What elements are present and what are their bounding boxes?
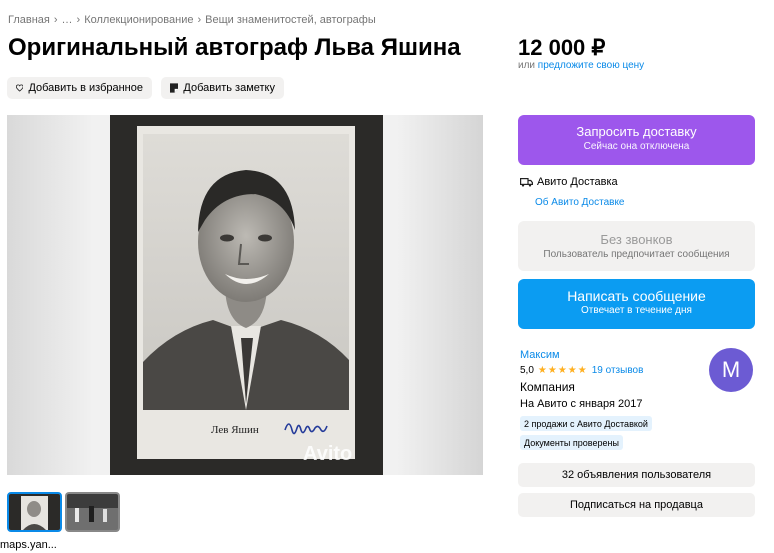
send-message-sublabel: Отвечает в течение дня [581, 305, 692, 316]
avito-delivery: Авито Доставка [520, 176, 618, 188]
request-delivery-button[interactable]: Запросить доставку Сейчас она отключена [518, 115, 755, 165]
breadcrumb-ellipsis[interactable]: … [62, 14, 73, 26]
truck-icon [520, 177, 533, 187]
thumbnail-1-image [9, 494, 60, 530]
no-calls-label: Без звонков [600, 232, 673, 247]
breadcrumb-separator: › [53, 14, 58, 26]
card-caption: Лев Яшин [211, 424, 259, 436]
delivery-sales-badge: 2 продажи с Авито Доставкой [520, 416, 652, 431]
breadcrumb: Главная ›… › Коллекционирование › Вещи знамен… [8, 14, 376, 26]
thumbnail-1[interactable] [7, 492, 62, 532]
seller-rating: 5,0 ★★★★★ 19 отзывов [520, 365, 643, 376]
breadcrumb-celebrity-items[interactable]: Вещи знаменитостей, автографы [205, 14, 376, 26]
thumbnail-2-image [67, 494, 118, 530]
subscribe-seller-button[interactable]: Подписаться на продавца [518, 493, 755, 517]
offer-prefix: или [518, 60, 536, 71]
breadcrumb-home[interactable]: Главная [8, 14, 50, 26]
avatar[interactable]: М [709, 348, 753, 392]
thumbnail-2[interactable] [65, 492, 120, 532]
documents-verified-badge: Документы проверены [520, 435, 623, 450]
thumbnail-caption: maps.yan... [0, 539, 57, 551]
send-message-label: Написать сообщение [567, 288, 706, 304]
add-to-favorites-button[interactable]: Добавить в избранное [7, 77, 152, 99]
send-message-button[interactable]: Написать сообщение Отвечает в течение дн… [518, 279, 755, 329]
request-delivery-sublabel: Сейчас она отключена [583, 141, 690, 152]
rating-value: 5,0 [520, 365, 534, 376]
breadcrumb-separator: › [76, 14, 81, 26]
note-icon [170, 83, 179, 93]
offer-price-link[interactable]: предложите свою цену [538, 60, 644, 71]
delivery-service-label: Авито Доставка [537, 176, 618, 188]
seller-type: Компания [520, 380, 575, 394]
seller-name[interactable]: Максим [520, 349, 560, 361]
no-calls-button: Без звонков Пользователь предпочитает со… [518, 221, 755, 271]
price: 12 000 ₽ [518, 35, 606, 60]
autograph-card: Лев Яшин [137, 126, 355, 459]
add-to-favorites-label: Добавить в избранное [28, 82, 143, 94]
request-delivery-label: Запросить доставку [576, 124, 697, 139]
signature-image [284, 423, 328, 435]
seller-since: На Авито с января 2017 [520, 398, 643, 410]
seller-ads-button[interactable]: 32 объявления пользователя [518, 463, 755, 487]
reviews-link[interactable]: 19 отзывов [592, 365, 644, 376]
add-note-button[interactable]: Добавить заметку [161, 77, 284, 99]
breadcrumb-collecting[interactable]: Коллекционирование [84, 14, 193, 26]
add-note-label: Добавить заметку [183, 82, 275, 94]
page-title: Оригинальный автограф Льва Яшина [8, 34, 461, 61]
avito-watermark: Avito [303, 443, 353, 465]
portrait-image [143, 134, 349, 410]
main-photo[interactable]: Лев Яшин Avito [7, 115, 483, 475]
about-delivery-link[interactable]: Об Авито Доставке [535, 197, 625, 208]
rating-stars-icon: ★★★★★ [537, 365, 588, 376]
no-calls-sublabel: Пользователь предпочитает сообщения [543, 249, 730, 260]
thumbnail-strip [7, 492, 120, 532]
breadcrumb-separator: › [197, 14, 202, 26]
heart-icon [16, 84, 24, 92]
price-offer: или предложите свою цену [518, 60, 644, 71]
